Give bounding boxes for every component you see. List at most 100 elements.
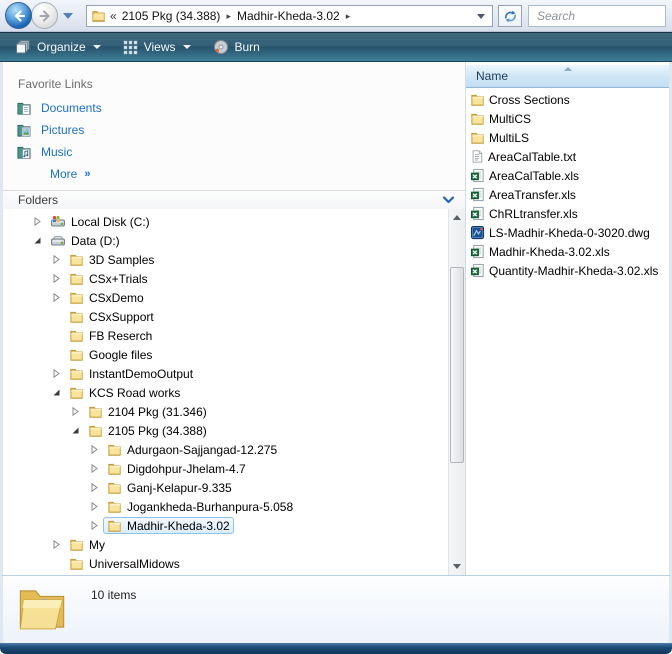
tree-item-ganj-kelapur-9-335[interactable]: Ganj-Kelapur-9.335: [3, 478, 448, 497]
breadcrumb-item-madhir-kheda[interactable]: Madhir-Kheda-3.02: [235, 9, 342, 23]
file-item-cross-sections[interactable]: Cross Sections: [466, 90, 669, 109]
tree-item-body[interactable]: Madhir-Kheda-3.02: [103, 517, 234, 534]
recent-pages-dropdown[interactable]: [63, 13, 73, 19]
tree-item-data-d[interactable]: Data (D:): [3, 231, 448, 250]
tree-item-body[interactable]: 3D Samples: [65, 251, 158, 268]
scroll-up-button[interactable]: [449, 209, 465, 226]
folders-expander-bar[interactable]: Folders: [3, 190, 465, 209]
file-item-quantity-madhir-kheda-3-02-xls[interactable]: Quantity-Madhir-Kheda-3.02.xls: [466, 261, 669, 280]
tree-item-body[interactable]: InstantDemoOutput: [65, 365, 197, 382]
tree-item-adurgaon-sajjangad-12-275[interactable]: Adurgaon-Sajjangad-12.275: [3, 440, 448, 459]
file-item-chrltransfer-xls[interactable]: ChRLtransfer.xls: [466, 204, 669, 223]
tree-item-body[interactable]: Digdohpur-Jhelam-4.7: [103, 460, 250, 477]
tree-item-body[interactable]: CSxSupport: [65, 308, 158, 325]
tree-item-label: My: [89, 537, 105, 552]
breadcrumb-collapsed-chevron[interactable]: «: [110, 9, 120, 23]
tree-item-google-files[interactable]: Google files: [3, 345, 448, 364]
tree-item-body[interactable]: Google files: [65, 346, 156, 363]
breadcrumb-item-2105-pkg[interactable]: 2105 Pkg (34.388): [120, 9, 223, 23]
back-button[interactable]: [5, 2, 32, 29]
tree-item-body[interactable]: Local Disk (C:): [46, 213, 154, 230]
file-item-multics[interactable]: MultiCS: [466, 109, 669, 128]
tree-item-body[interactable]: UniversalMidows: [65, 555, 184, 572]
breadcrumb-separator-icon[interactable]: ▸: [342, 11, 355, 22]
tree-item-body[interactable]: CSxDemo: [65, 289, 148, 306]
tree-item-madhir-kheda-3-02[interactable]: Madhir-Kheda-3.02: [3, 516, 448, 535]
expander-collapsed-icon[interactable]: [33, 212, 46, 231]
expander-expanded-icon[interactable]: [52, 383, 65, 402]
tree-item-digdohpur-jhelam-4-7[interactable]: Digdohpur-Jhelam-4.7: [3, 459, 448, 478]
tree-item-csx-trials[interactable]: CSx+Trials: [3, 269, 448, 288]
favorite-label: Documents: [41, 101, 102, 115]
name-column-header[interactable]: Name: [466, 65, 669, 88]
search-input[interactable]: [529, 6, 665, 26]
breadcrumb-separator-icon[interactable]: ▸: [222, 11, 235, 22]
tree-item-label: CSx+Trials: [89, 271, 148, 286]
tree-item-body[interactable]: Adurgaon-Sajjangad-12.275: [103, 441, 281, 458]
tree-item-body[interactable]: CSx+Trials: [65, 270, 152, 287]
forward-button[interactable]: [31, 2, 58, 29]
tree-item-my[interactable]: My: [3, 535, 448, 554]
expander-expanded-icon[interactable]: [71, 421, 84, 440]
expander-collapsed-icon[interactable]: [52, 250, 65, 269]
file-list-pane: Name Cross Sections MultiCS MultiLS AreaCal…: [466, 62, 669, 575]
tree-item-body[interactable]: Jogankheda-Burhanpura-5.058: [103, 498, 297, 515]
expander-collapsed-icon[interactable]: [71, 402, 84, 421]
expander-expanded-icon[interactable]: [33, 231, 46, 250]
favorite-link-documents[interactable]: Documents: [3, 97, 465, 119]
file-item-multils[interactable]: MultiLS: [466, 128, 669, 147]
expander-collapsed-icon[interactable]: [52, 269, 65, 288]
expander-collapsed-icon[interactable]: [90, 516, 103, 535]
scrollbar-thumb[interactable]: [450, 267, 464, 463]
tree-item-kcs-road-works[interactable]: KCS Road works: [3, 383, 448, 402]
file-item-areatransfer-xls[interactable]: AreaTransfer.xls: [466, 185, 669, 204]
tree-item-local-disk-c[interactable]: Local Disk (C:): [3, 212, 448, 231]
organize-button[interactable]: Organize: [4, 33, 112, 61]
tree-item-body[interactable]: 2104 Pkg (31.346): [84, 403, 211, 420]
tree-item-body[interactable]: FB Reserch: [65, 327, 156, 344]
tree-item-2104-pkg-31-346[interactable]: 2104 Pkg (31.346): [3, 402, 448, 421]
expander-collapsed-icon[interactable]: [52, 364, 65, 383]
expander-collapsed-icon[interactable]: [52, 535, 65, 554]
file-item-ls-madhir-kheda-0-3020-dwg[interactable]: LS-Madhir-Kheda-0-3020.dwg: [466, 223, 669, 242]
file-item-areacaltable-txt[interactable]: AreaCalTable.txt: [466, 147, 669, 166]
file-list: Cross Sections MultiCS MultiLS AreaCalTable…: [466, 90, 669, 280]
back-arrow-icon: [12, 9, 26, 23]
tree-item-jogankheda-burhanpura-5-058[interactable]: Jogankheda-Burhanpura-5.058: [3, 497, 448, 516]
burn-button[interactable]: Burn: [202, 33, 271, 61]
tree-item-instantdemooutput[interactable]: InstantDemoOutput: [3, 364, 448, 383]
tree-item-3d-samples[interactable]: 3D Samples: [3, 250, 448, 269]
tree-scrollbar[interactable]: [448, 209, 465, 575]
tree-item-label: Ganj-Kelapur-9.335: [127, 480, 232, 495]
favorite-link-pictures[interactable]: Pictures: [3, 119, 465, 141]
tree-item-csxdemo[interactable]: CSxDemo: [3, 288, 448, 307]
tree-item-body[interactable]: Data (D:): [46, 232, 124, 249]
tree-item-body[interactable]: KCS Road works: [65, 384, 184, 401]
music-icon: [16, 145, 32, 160]
address-bar[interactable]: « 2105 Pkg (34.388) ▸ Madhir-Kheda-3.02 …: [86, 5, 493, 27]
favorites-more-link[interactable]: More »: [3, 163, 465, 185]
views-label: Views: [143, 40, 176, 54]
chevron-down-icon[interactable]: [442, 194, 455, 206]
name-column-label: Name: [476, 69, 509, 83]
tree-item-universalmidows[interactable]: UniversalMidows: [3, 554, 448, 573]
tree-item-body[interactable]: My: [65, 536, 109, 553]
tree-item-body[interactable]: 2105 Pkg (34.388): [84, 422, 211, 439]
tree-item-fb-reserch[interactable]: FB Reserch: [3, 326, 448, 345]
tree-item-2105-pkg-34-388[interactable]: 2105 Pkg (34.388): [3, 421, 448, 440]
expander-collapsed-icon[interactable]: [90, 459, 103, 478]
address-history-dropdown-icon[interactable]: [477, 13, 485, 19]
views-button[interactable]: Views: [112, 33, 202, 61]
favorite-link-music[interactable]: Music: [3, 141, 465, 163]
expander-collapsed-icon[interactable]: [90, 440, 103, 459]
expander-collapsed-icon[interactable]: [90, 478, 103, 497]
folder-icon: [88, 405, 103, 419]
file-item-areacaltable-xls[interactable]: AreaCalTable.xls: [466, 166, 669, 185]
refresh-button[interactable]: [498, 5, 522, 27]
expander-collapsed-icon[interactable]: [52, 288, 65, 307]
tree-item-body[interactable]: Ganj-Kelapur-9.335: [103, 479, 236, 496]
file-item-madhir-kheda-3-02-xls[interactable]: Madhir-Kheda-3.02.xls: [466, 242, 669, 261]
expander-collapsed-icon[interactable]: [90, 497, 103, 516]
tree-item-csxsupport[interactable]: CSxSupport: [3, 307, 448, 326]
scroll-down-button[interactable]: [449, 558, 465, 575]
